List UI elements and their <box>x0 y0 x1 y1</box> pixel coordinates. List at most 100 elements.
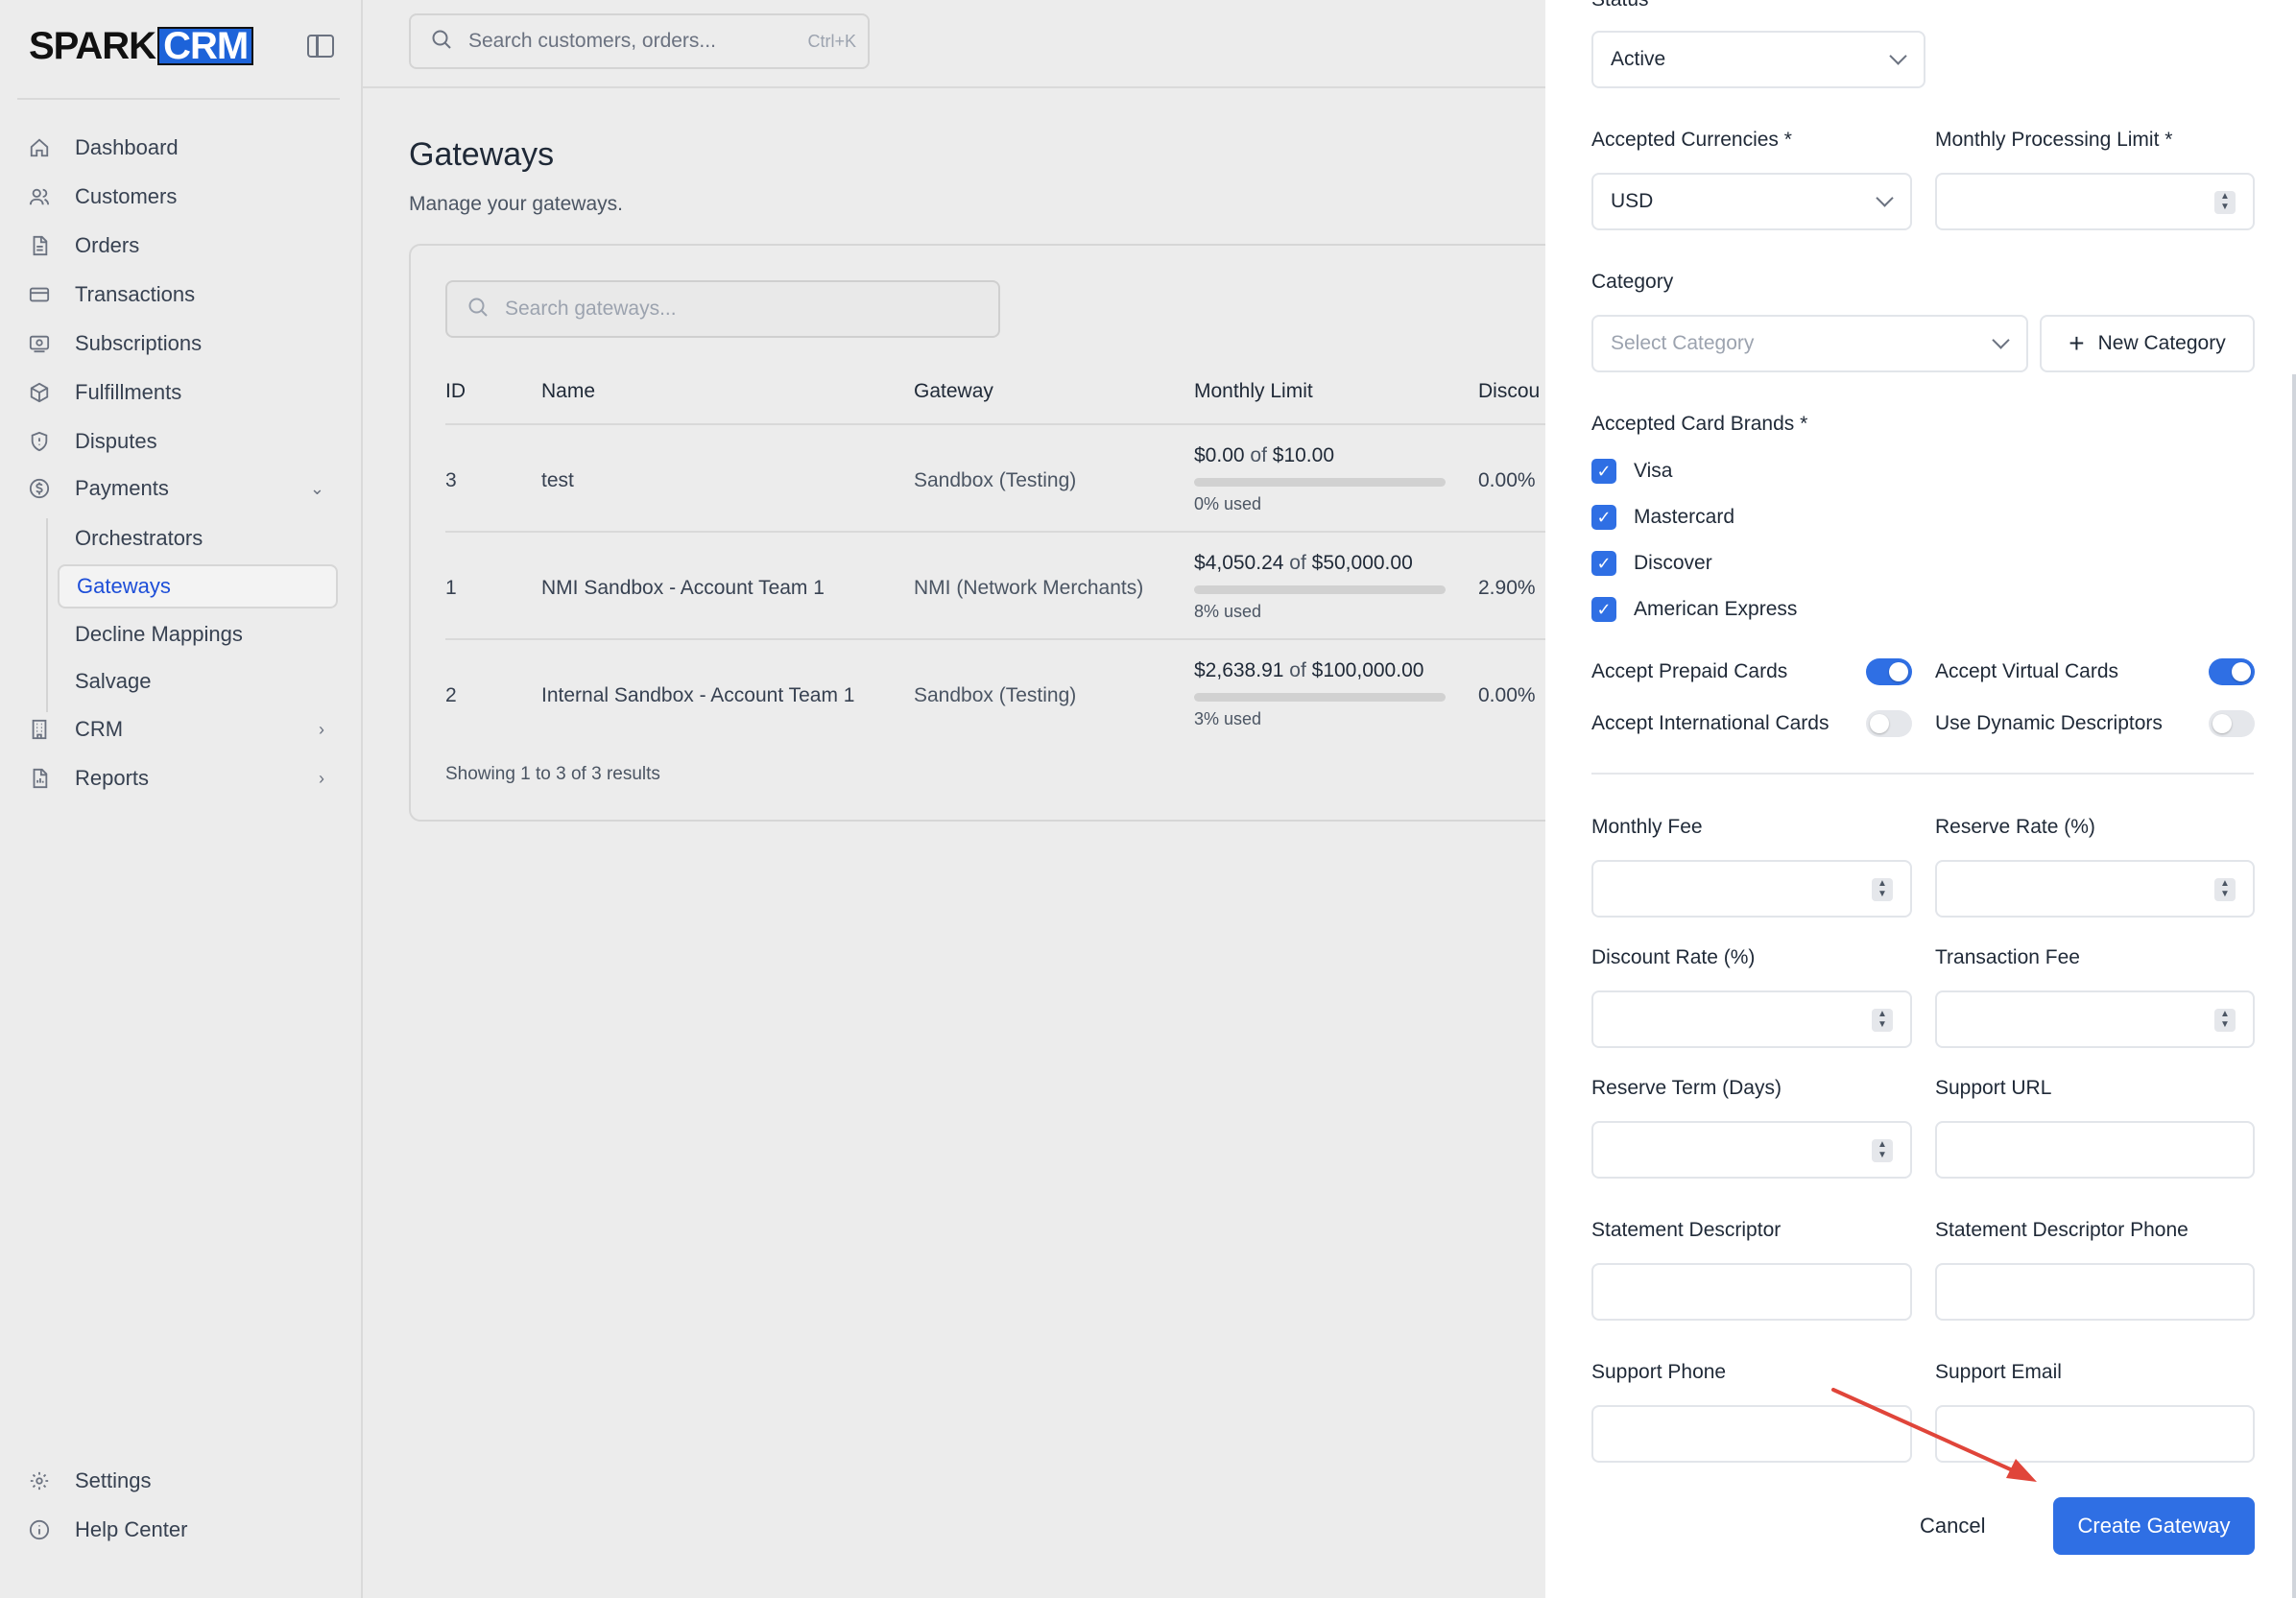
new-category-button[interactable]: + New Category <box>2040 315 2255 372</box>
sidebar-item-help-center[interactable]: Help Center <box>29 1511 336 1549</box>
stepper-icon[interactable]: ▲ ▼ <box>1872 1139 1893 1162</box>
subscription-icon <box>29 333 50 354</box>
column-header-name[interactable]: Name <box>541 380 595 403</box>
support-phone-label: Support Phone <box>1591 1361 1727 1383</box>
discount-rate-input[interactable]: ▲ ▼ <box>1591 990 1912 1048</box>
sidebar-item-decline-mappings[interactable]: Decline Mappings <box>75 615 243 654</box>
global-search-input[interactable]: Search customers, orders... Ctrl+K <box>409 13 870 69</box>
usage-progress-bar <box>1194 478 1446 487</box>
statement-descriptor-phone-input[interactable] <box>1935 1263 2255 1321</box>
cell-name[interactable]: NMI Sandbox - Account Team 1 <box>541 577 825 600</box>
chevron-right-icon: › <box>319 719 324 739</box>
transaction-fee-input[interactable]: ▲ ▼ <box>1935 990 2255 1048</box>
monthly-fee-input[interactable]: ▲ ▼ <box>1591 860 1912 918</box>
stepper-icon[interactable]: ▲ ▼ <box>1872 1009 1893 1032</box>
category-select[interactable]: Select Category <box>1591 315 2028 372</box>
report-icon <box>29 768 50 789</box>
sidebar-item-label: Payments <box>75 476 169 500</box>
status-select[interactable]: Active <box>1591 31 1925 88</box>
table-row[interactable]: 1 NMI Sandbox - Account Team 1 NMI (Networ… <box>445 531 1563 638</box>
support-email-label: Support Email <box>1935 1361 2062 1383</box>
file-icon <box>29 235 50 256</box>
toggle-label: Accept International Cards <box>1591 712 1830 734</box>
sidebar-item-crm[interactable]: CRM › <box>29 710 336 749</box>
form-divider <box>1591 773 2254 775</box>
stepper-icon[interactable]: ▲ ▼ <box>2214 191 2236 214</box>
dynamic-descriptors-toggle[interactable] <box>2209 710 2255 737</box>
column-header-gateway[interactable]: Gateway <box>914 380 993 403</box>
stepper-icon[interactable]: ▲ ▼ <box>1872 878 1893 901</box>
reserve-rate-input[interactable]: ▲ ▼ <box>1935 860 2255 918</box>
checkbox-label: Visa <box>1634 460 1673 482</box>
status-value: Active <box>1611 48 1666 70</box>
chevron-down-icon <box>1889 47 1907 65</box>
brand-checkbox-amex[interactable]: ✓ American Express <box>1591 597 1797 622</box>
sidebar-item-customers[interactable]: Customers <box>29 178 336 216</box>
app-logo[interactable]: SPARK CRM <box>29 25 254 67</box>
support-url-input[interactable] <box>1935 1121 2255 1179</box>
sidebar-item-orchestrators[interactable]: Orchestrators <box>75 519 203 558</box>
used-amount: $4,050.24 <box>1194 552 1284 574</box>
column-header-monthly-limit[interactable]: Monthly Limit <box>1194 380 1313 403</box>
currencies-select[interactable]: USD <box>1591 173 1912 230</box>
sidebar-item-reports[interactable]: Reports › <box>29 759 336 798</box>
monthly-limit-input[interactable]: ▲ ▼ <box>1935 173 2255 230</box>
search-shortcut: Ctrl+K <box>807 31 856 51</box>
sidebar-item-settings[interactable]: Settings <box>29 1462 336 1500</box>
submenu-line <box>46 518 48 712</box>
sidebar-item-orders[interactable]: Orders <box>29 227 336 265</box>
gear-icon <box>29 1470 50 1491</box>
virtual-toggle-row: Accept Virtual Cards <box>1935 660 2118 683</box>
table-row[interactable]: 3 test Sandbox (Testing) $0.00 of $10.00 0% … <box>445 423 1563 531</box>
checkbox-label: American Express <box>1634 598 1798 620</box>
brand-checkbox-mastercard[interactable]: ✓ Mastercard <box>1591 505 1734 530</box>
table-row[interactable]: 2 Internal Sandbox - Account Team 1 Sandbo… <box>445 638 1563 746</box>
pagination-summary: Showing 1 to 3 of 3 results <box>445 764 660 784</box>
category-placeholder: Select Category <box>1611 332 1755 354</box>
support-phone-input[interactable] <box>1591 1405 1912 1463</box>
cell-name[interactable]: test <box>541 469 574 492</box>
usage-progress-bar <box>1194 693 1446 702</box>
search-placeholder: Search gateways... <box>505 298 677 320</box>
support-email-input[interactable] <box>1935 1405 2255 1463</box>
sidebar-item-subscriptions[interactable]: Subscriptions <box>29 324 336 363</box>
sidebar-item-transactions[interactable]: Transactions <box>29 275 336 314</box>
column-header-discount[interactable]: Discou <box>1478 380 1540 403</box>
sidebar-item-payments[interactable]: Payments ⌄ <box>29 469 336 508</box>
cell-discount: 0.00% <box>1478 684 1536 706</box>
sidebar-item-disputes[interactable]: Disputes <box>29 422 336 461</box>
gateway-search-input[interactable]: Search gateways... <box>445 280 1000 338</box>
statement-descriptor-input[interactable] <box>1591 1263 1912 1321</box>
stepper-icon[interactable]: ▲ ▼ <box>2214 1009 2236 1032</box>
create-gateway-button[interactable]: Create Gateway <box>2053 1497 2255 1555</box>
search-icon <box>430 28 453 56</box>
cell-name[interactable]: Internal Sandbox - Account Team 1 <box>541 684 854 707</box>
sidebar-item-salvage[interactable]: Salvage <box>75 662 152 701</box>
chevron-right-icon: › <box>319 768 324 788</box>
limit-amount: $50,000.00 <box>1311 552 1413 574</box>
toggle-label: Accept Prepaid Cards <box>1591 660 1788 682</box>
reserve-term-input[interactable]: ▲ ▼ <box>1591 1121 1912 1179</box>
logo-crm: CRM <box>157 27 254 65</box>
search-icon <box>466 296 490 323</box>
sidebar-item-fulfillments[interactable]: Fulfillments <box>29 373 336 412</box>
brand-checkbox-visa[interactable]: ✓ Visa <box>1591 459 1672 484</box>
stepper-icon[interactable]: ▲ ▼ <box>2214 878 2236 901</box>
sidebar-item-label: Subscriptions <box>75 331 203 355</box>
reserve-term-label: Reserve Term (Days) <box>1591 1077 1782 1099</box>
sidebar-toggle-icon[interactable] <box>307 35 334 58</box>
accept-virtual-toggle[interactable] <box>2209 658 2255 685</box>
cancel-button[interactable]: Cancel <box>1920 1499 1985 1553</box>
sidebar-item-dashboard[interactable]: Dashboard <box>29 129 336 167</box>
new-category-label: New Category <box>2097 332 2226 354</box>
package-icon <box>29 382 50 403</box>
accept-prepaid-toggle[interactable] <box>1866 658 1912 685</box>
drawer-scrollbar[interactable] <box>2292 374 2296 1598</box>
accept-international-toggle[interactable] <box>1866 710 1912 737</box>
toggle-label: Use Dynamic Descriptors <box>1935 712 2163 734</box>
column-header-id[interactable]: ID <box>445 380 466 403</box>
search-placeholder: Search customers, orders... <box>468 30 716 52</box>
brand-checkbox-discover[interactable]: ✓ Discover <box>1591 551 1712 576</box>
page-title: Gateways <box>409 136 555 173</box>
sidebar-item-gateways[interactable]: Gateways <box>58 564 338 608</box>
